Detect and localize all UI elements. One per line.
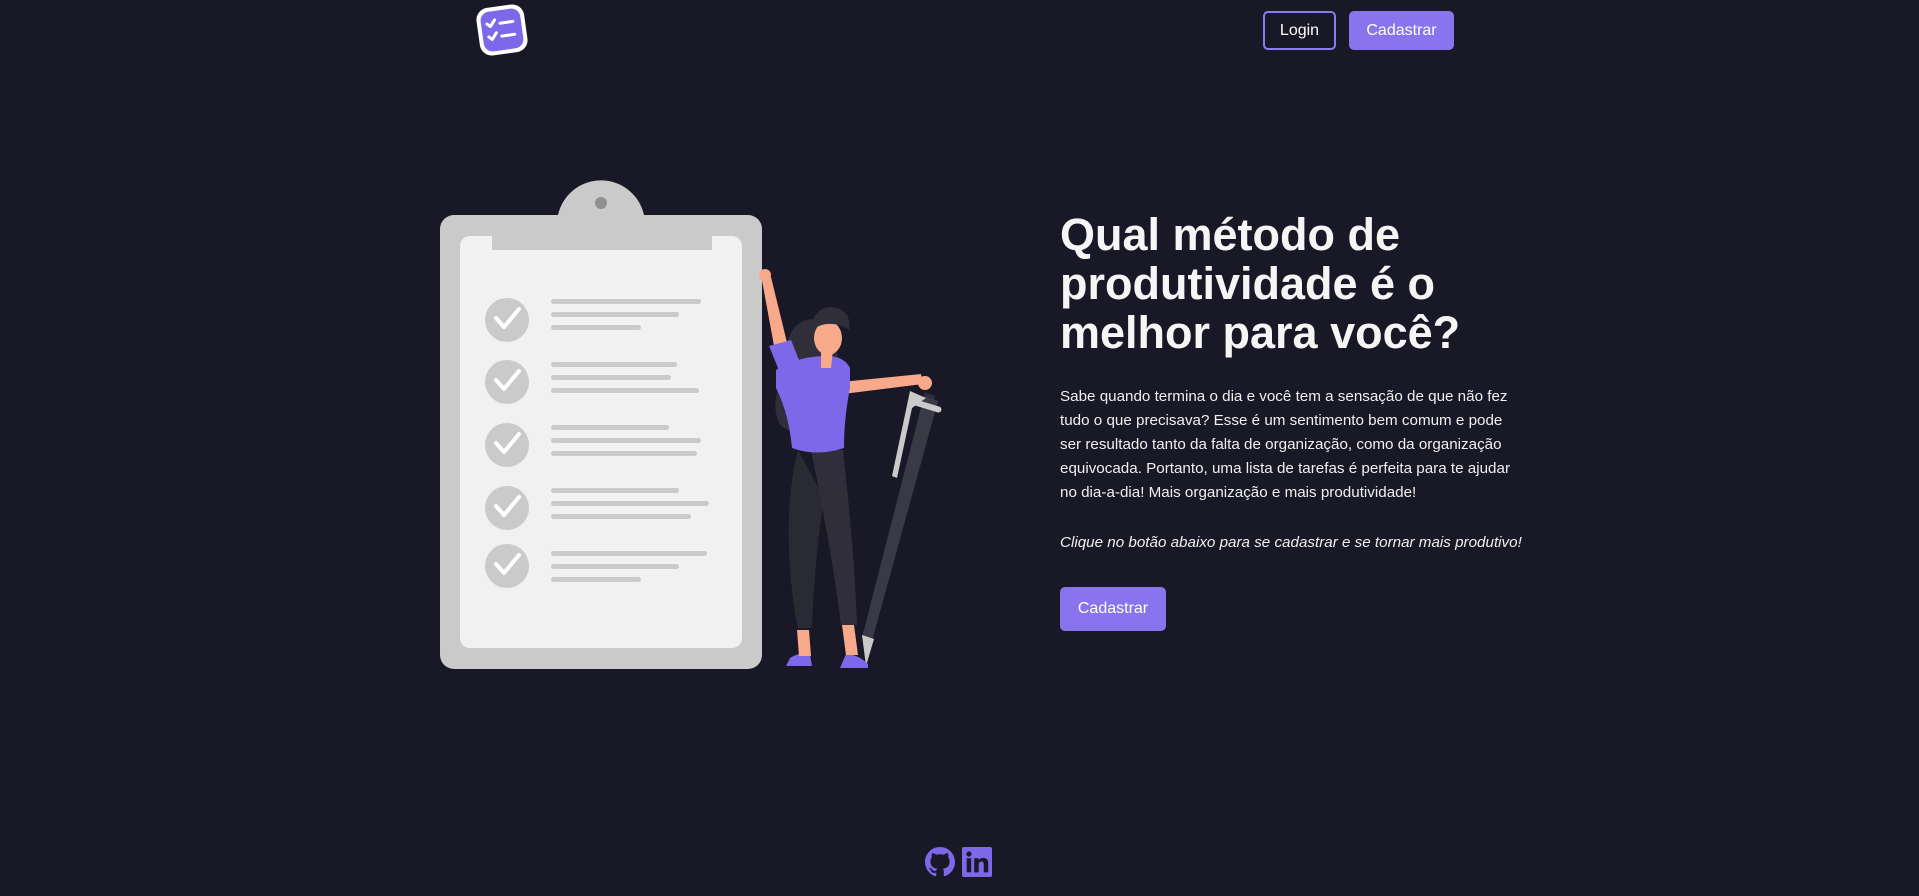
signup-button-header[interactable]: Cadastrar [1349,11,1454,50]
social-links [925,847,992,879]
login-button[interactable]: Login [1263,11,1336,50]
woman-with-checklist-clipboard-illustration [440,180,942,669]
checklist-logo-icon[interactable] [474,2,530,58]
signup-button-hero[interactable]: Cadastrar [1060,587,1166,631]
hero-cta-text: Clique no botão abaixo para se cadastrar… [1060,534,1522,551]
hero-title: Qual método de produtividade é o melhor … [1060,209,1461,358]
github-icon[interactable] [925,847,955,877]
linkedin-icon[interactable] [962,847,992,877]
hero-description: Sabe quando termina o dia e você tem a s… [1060,388,1510,501]
landing-page: Login Cadastrar Qual método de produtivi… [0,0,1919,896]
hero-section: Qual método de produtividade é o melhor … [1060,209,1522,555]
